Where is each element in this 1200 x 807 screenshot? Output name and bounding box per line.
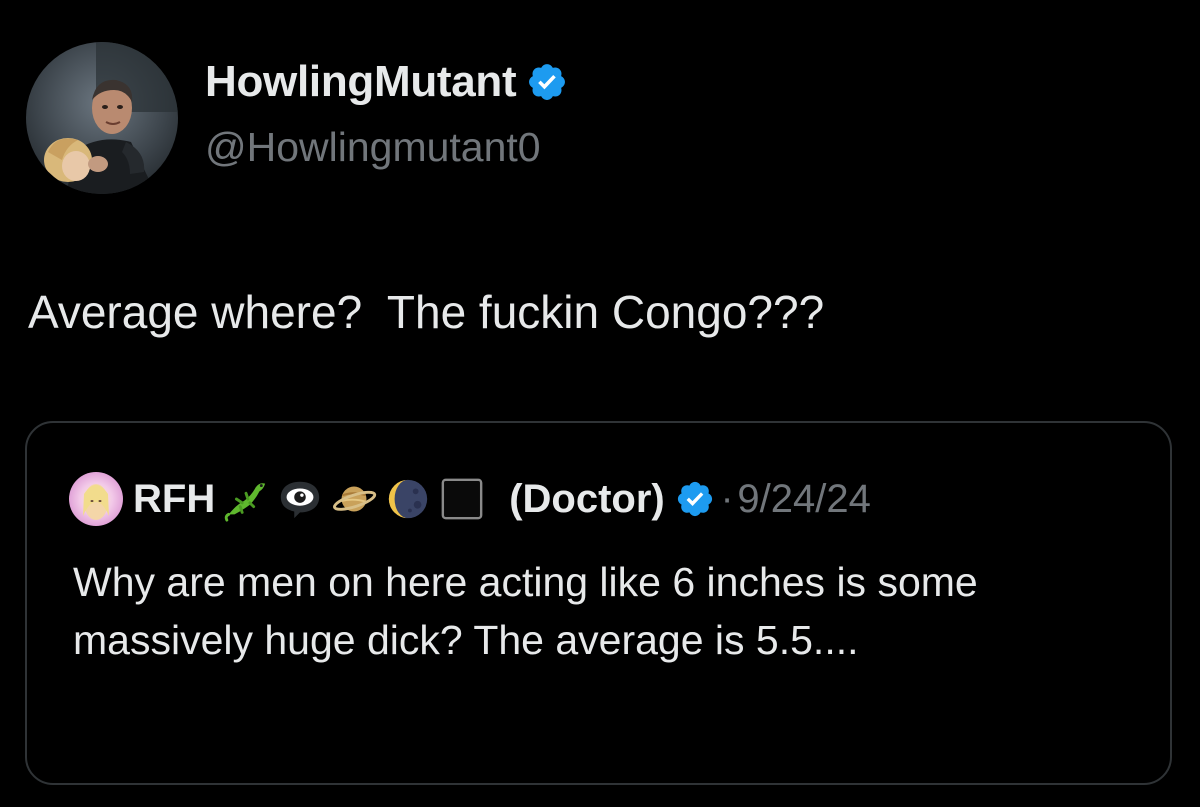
tweet: HowlingMutant @Howlingmutant0 Average wh…	[0, 0, 1200, 807]
quoted-tweet-text: Why are men on here acting like 6 inches…	[73, 559, 978, 663]
author-name-row[interactable]: HowlingMutant	[205, 56, 568, 108]
eye-in-speech-bubble-icon	[277, 476, 323, 522]
tweet-text: Average where? The fuckin Congo???	[28, 286, 825, 338]
quoted-author-avatar[interactable]	[69, 472, 123, 526]
author-handle[interactable]: @Howlingmutant0	[205, 122, 541, 172]
quoted-tweet-date[interactable]: 9/24/24	[737, 475, 870, 523]
lizard-icon	[223, 476, 269, 522]
author-avatar[interactable]	[26, 42, 178, 194]
verified-badge-icon[interactable]	[526, 61, 568, 103]
quoted-author-role[interactable]: (Doctor)	[509, 475, 665, 523]
avatar-photo-icon	[26, 42, 178, 194]
quoted-author-display-name[interactable]: RFH	[133, 475, 215, 523]
black-square-icon	[439, 476, 485, 522]
ringed-planet-icon	[331, 476, 377, 522]
author-display-name[interactable]: HowlingMutant	[205, 56, 517, 108]
quoted-verified-badge-icon[interactable]	[675, 479, 715, 519]
new-moon-face-icon	[385, 476, 431, 522]
quoted-tweet-header: RFH (Doctor) · 9/24/24	[69, 471, 871, 527]
quoted-avatar-photo-icon	[69, 472, 123, 526]
quoted-tweet-card[interactable]: RFH (Doctor) · 9/24/24 Why are men on he…	[25, 421, 1172, 785]
quoted-header-separator: ·	[720, 478, 734, 520]
